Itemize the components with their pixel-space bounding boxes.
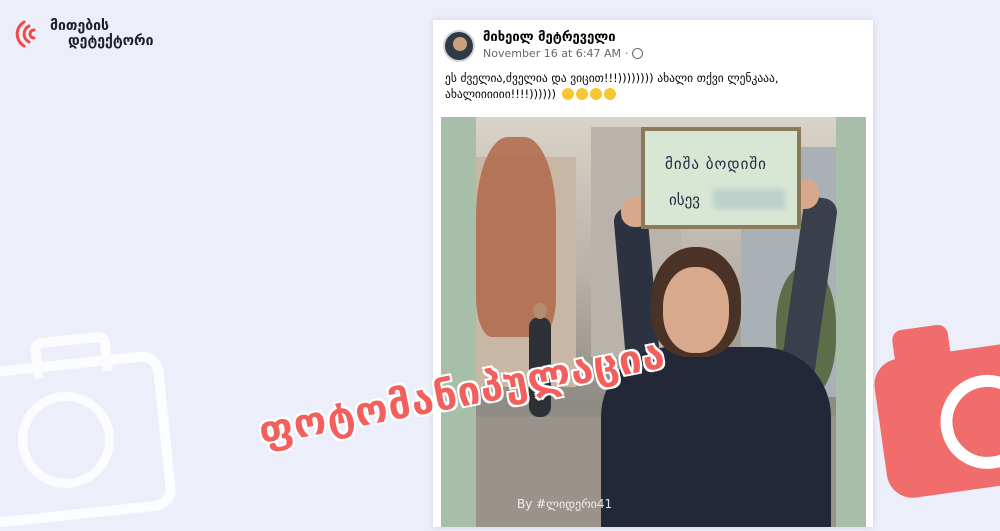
avatar[interactable] bbox=[443, 30, 475, 62]
post-text-line1: ეს ძველია,ძველია და ვიცით!!!)))))))) ახა… bbox=[445, 71, 779, 85]
woman-face bbox=[663, 267, 729, 353]
camera-lens-shape bbox=[13, 387, 119, 493]
post-text-line2: ახალიიიიიი!!!!)))))) bbox=[445, 87, 557, 101]
camera-outline-icon bbox=[0, 330, 178, 531]
camera-top-shape bbox=[890, 323, 952, 368]
post-author[interactable]: მიხეილ მეტრეველი bbox=[483, 30, 643, 45]
grin-emoji-icon bbox=[603, 88, 616, 100]
sign-text-line2: ისევ bbox=[669, 191, 700, 209]
logo-text-line2: დეტექტორი bbox=[68, 33, 154, 49]
site-logo[interactable]: მითების დეტექტორი bbox=[10, 16, 153, 52]
camera-top-shape bbox=[29, 330, 114, 379]
logo-text-line1: მითების bbox=[50, 18, 109, 34]
sign-text-line1: მიშა ბოდიში bbox=[665, 155, 767, 173]
pedestrian-head bbox=[533, 303, 547, 319]
protest-sign: მიშა ბოდიში ისევ bbox=[641, 127, 801, 229]
grin-emoji-icon bbox=[575, 88, 588, 100]
grin-emoji-icon bbox=[589, 88, 602, 100]
grin-emoji-icon bbox=[561, 88, 574, 100]
photo-watermark: By #ლიდერი41 bbox=[517, 497, 613, 511]
camera-icon bbox=[871, 323, 1000, 502]
globe-icon bbox=[632, 48, 644, 59]
camera-lens-shape bbox=[934, 368, 1000, 475]
post-body: ეს ძველია,ძველია და ვიცით!!!)))))))) ახა… bbox=[445, 70, 855, 102]
post-timestamp[interactable]: November 16 at 6:47 AM bbox=[483, 47, 621, 60]
facebook-post: მიხეილ მეტრეველი November 16 at 6:47 AM … bbox=[433, 20, 873, 527]
post-header: მიხეილ მეტრეველი November 16 at 6:47 AM … bbox=[443, 30, 644, 62]
post-photo[interactable]: მიშა ბოდიში ისევ By #ლიდერი41 bbox=[441, 117, 866, 527]
sign-blurred-text bbox=[713, 189, 785, 209]
broadcast-icon bbox=[10, 16, 46, 52]
